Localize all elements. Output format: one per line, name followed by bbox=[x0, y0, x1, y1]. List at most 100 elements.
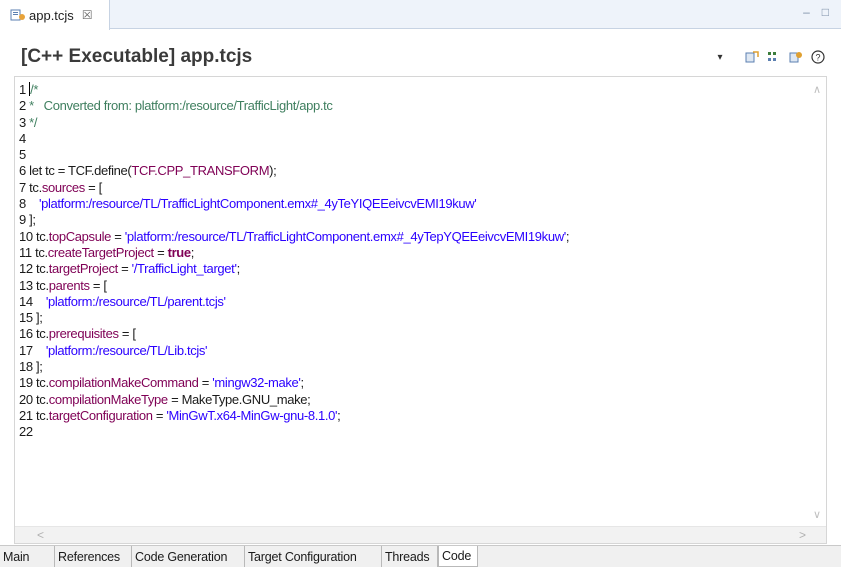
code-line[interactable]: 18 ]; bbox=[19, 359, 799, 375]
close-tab-icon[interactable]: ☒ bbox=[82, 8, 93, 22]
line-number: 6 bbox=[19, 163, 30, 179]
code-token: '/TrafficLight_target' bbox=[131, 261, 237, 277]
page-tab-target-configuration[interactable]: Target Configuration bbox=[245, 546, 382, 567]
code-editor[interactable]: 1 /* 2 * Converted from: platform:/resour… bbox=[14, 76, 827, 544]
vertical-scrollbar[interactable]: ∧ ∨ bbox=[809, 77, 826, 527]
code-line[interactable]: 8 'platform:/resource/TL/TrafficLightCom… bbox=[19, 196, 799, 212]
code-line[interactable]: 22 bbox=[19, 424, 799, 440]
line-number: 22 bbox=[19, 424, 33, 440]
code-line[interactable]: 12 tc.targetProject = '/TrafficLight_tar… bbox=[19, 261, 799, 277]
horizontal-scrollbar[interactable]: < > bbox=[15, 526, 826, 543]
code-token: = bbox=[198, 375, 213, 391]
code-line[interactable]: 3 */ bbox=[19, 115, 799, 131]
code-token: tc. bbox=[36, 228, 49, 244]
code-token: 'platform:/resource/TL/parent.tcjs' bbox=[45, 293, 226, 309]
page-tab-bar: Main References Code Generation Target Conf… bbox=[0, 545, 841, 567]
code-token: compilationMakeType bbox=[48, 391, 168, 407]
code-token: targetConfiguration bbox=[48, 407, 153, 423]
code-token: * Converted from: platform:/resource/Tra… bbox=[29, 98, 333, 114]
code-line[interactable]: 5 bbox=[19, 147, 799, 163]
code-token: createTargetProject bbox=[47, 244, 154, 260]
code-token: = [ bbox=[118, 326, 136, 342]
code-line[interactable]: 21 tc.targetConfiguration = 'MinGwT.x64-… bbox=[19, 408, 799, 424]
code-token: = [ bbox=[89, 277, 107, 293]
code-line[interactable]: 10 tc.topCapsule = 'platform:/resource/T… bbox=[19, 229, 799, 245]
page-tab-references[interactable]: References bbox=[55, 546, 132, 567]
line-number: 3 bbox=[19, 114, 30, 130]
line-number: 20 bbox=[19, 391, 37, 407]
code-token: tc. bbox=[35, 244, 48, 260]
line-number: 17 bbox=[19, 342, 46, 358]
line-number: 21 bbox=[19, 407, 37, 423]
code-token: let tc = TCF.define( bbox=[29, 163, 132, 179]
code-line[interactable]: 13 tc.parents = [ bbox=[19, 278, 799, 294]
code-token: sources bbox=[41, 179, 85, 195]
code-line[interactable]: 1 /* bbox=[19, 82, 799, 98]
code-token: TCF.CPP_TRANSFORM bbox=[131, 163, 270, 179]
code-line[interactable]: 4 bbox=[19, 131, 799, 147]
code-line[interactable]: 20 tc.compilationMakeType = MakeType.GNU… bbox=[19, 392, 799, 408]
page-title: [C++ Executable] app.tcjs bbox=[21, 46, 253, 67]
code-line[interactable]: 7 tc.sources = [ bbox=[19, 180, 799, 196]
code-token: ; bbox=[565, 228, 570, 244]
line-number: 4 bbox=[19, 130, 26, 146]
code-line[interactable]: 11 tc.createTargetProject = true; bbox=[19, 245, 799, 261]
code-line[interactable]: 6 let tc = TCF.define(TCF.CPP_TRANSFORM)… bbox=[19, 163, 799, 179]
code-line[interactable]: 17 'platform:/resource/TL/Lib.tcjs' bbox=[19, 343, 799, 359]
build-icon[interactable] bbox=[745, 50, 759, 64]
code-token: /* bbox=[30, 82, 39, 97]
code-line[interactable]: 9 ]; bbox=[19, 212, 799, 228]
code-token: ; bbox=[337, 407, 341, 423]
code-token: 'platform:/resource/TL/TrafficLightCompo… bbox=[124, 228, 566, 244]
code-token: ); bbox=[269, 163, 277, 179]
hierarchy-icon[interactable] bbox=[767, 50, 781, 64]
line-number: 7 bbox=[19, 179, 30, 195]
page-tab-code-generation[interactable]: Code Generation bbox=[132, 546, 245, 567]
line-number: 11 bbox=[19, 244, 36, 260]
line-number: 15 bbox=[19, 310, 37, 326]
code-line[interactable]: 15 ]; bbox=[19, 310, 799, 326]
page-tab-code[interactable]: Code bbox=[438, 546, 478, 567]
maximize-icon[interactable]: □ bbox=[822, 6, 829, 18]
page-tab-threads[interactable]: Threads bbox=[382, 546, 438, 567]
code-token: 'platform:/resource/TL/Lib.tcjs' bbox=[45, 342, 208, 358]
code-token: true bbox=[167, 244, 192, 260]
code-token: = bbox=[111, 228, 125, 244]
page-tab-main[interactable]: Main bbox=[0, 546, 55, 567]
code-token: = bbox=[117, 261, 132, 277]
code-token: = bbox=[153, 244, 168, 260]
scroll-down-icon[interactable]: ∨ bbox=[813, 508, 821, 521]
code-token: tc. bbox=[36, 375, 49, 391]
line-number: 2 bbox=[19, 98, 30, 114]
code-token: ]; bbox=[36, 359, 43, 375]
editor-tab-bar: app.tcjs ☒ – □ bbox=[0, 0, 841, 30]
line-number: 8 bbox=[19, 196, 39, 212]
code-line[interactable]: 14 'platform:/resource/TL/parent.tcjs' bbox=[19, 294, 799, 310]
code-token: ]; bbox=[36, 310, 43, 326]
code-token: ; bbox=[236, 261, 241, 277]
editor-tab-app-tcjs[interactable]: app.tcjs ☒ bbox=[0, 0, 110, 30]
code-line[interactable]: 2 * Converted from: platform:/resource/T… bbox=[19, 98, 799, 114]
scroll-left-icon[interactable]: < bbox=[37, 528, 44, 542]
help-icon[interactable]: ? bbox=[811, 50, 825, 64]
code-token: ]; bbox=[29, 212, 36, 228]
scroll-up-icon[interactable]: ∧ bbox=[813, 83, 821, 96]
editor-tab-label: app.tcjs bbox=[29, 7, 74, 23]
code-token: */ bbox=[29, 114, 38, 130]
minimize-icon[interactable]: – bbox=[803, 6, 810, 18]
code-token: tc. bbox=[36, 261, 49, 277]
line-number: 16 bbox=[19, 326, 37, 342]
header-toolbar: ▾ ? bbox=[713, 50, 825, 64]
scroll-right-icon[interactable]: > bbox=[799, 528, 806, 542]
line-number: 13 bbox=[19, 277, 37, 293]
view-menu-icon[interactable]: ▾ bbox=[713, 50, 727, 64]
tcjs-file-icon bbox=[10, 8, 26, 22]
code-token: 'platform:/resource/TL/TrafficLightCompo… bbox=[38, 196, 477, 212]
code-line[interactable]: 19 tc.compilationMakeCommand = 'mingw32-… bbox=[19, 375, 799, 391]
code-line[interactable]: 16 tc.prerequisites = [ bbox=[19, 326, 799, 342]
svg-text:?: ? bbox=[815, 53, 820, 63]
code-token: 'MinGwT.x64-MinGw-gnu-8.1.0' bbox=[166, 407, 338, 423]
code-token: targetProject bbox=[48, 261, 119, 277]
configure-icon[interactable] bbox=[789, 50, 803, 64]
code-text[interactable]: 1 /* 2 * Converted from: platform:/resour… bbox=[19, 82, 799, 441]
